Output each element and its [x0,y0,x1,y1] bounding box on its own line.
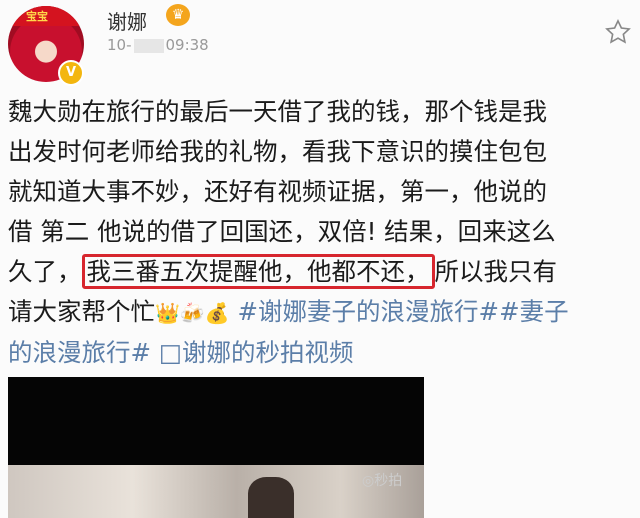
crown-icon: ♛ [166,4,190,26]
author-name[interactable]: 谢娜 [107,6,147,35]
star-icon[interactable] [604,18,632,46]
highlight-box: 我三番五次提醒他，他都不还， [81,254,435,289]
video-link[interactable]: □谢娜的秒拍视频 [159,338,354,367]
video-player[interactable] [8,377,424,518]
blurred-date [133,38,164,53]
post-time: 10- 09:38 [107,36,209,54]
miaopai-watermark: ◎秒拍 [362,473,403,489]
topic-tag-1[interactable]: #谢娜妻子的浪漫旅行##妻子 [238,297,569,326]
post-content: 魏大勋在旅行的最后一天借了我的钱，那个钱是我 出发时何老师给我的礼物，看我下意识… [8,97,569,367]
topic-tag-2[interactable]: 的浪漫旅行# [8,338,151,367]
emoji-group: 👑🍻💰 [155,301,230,325]
avatar-banner: 宝宝 [8,6,84,26]
video-person [248,477,294,518]
verified-icon: V [58,60,84,86]
